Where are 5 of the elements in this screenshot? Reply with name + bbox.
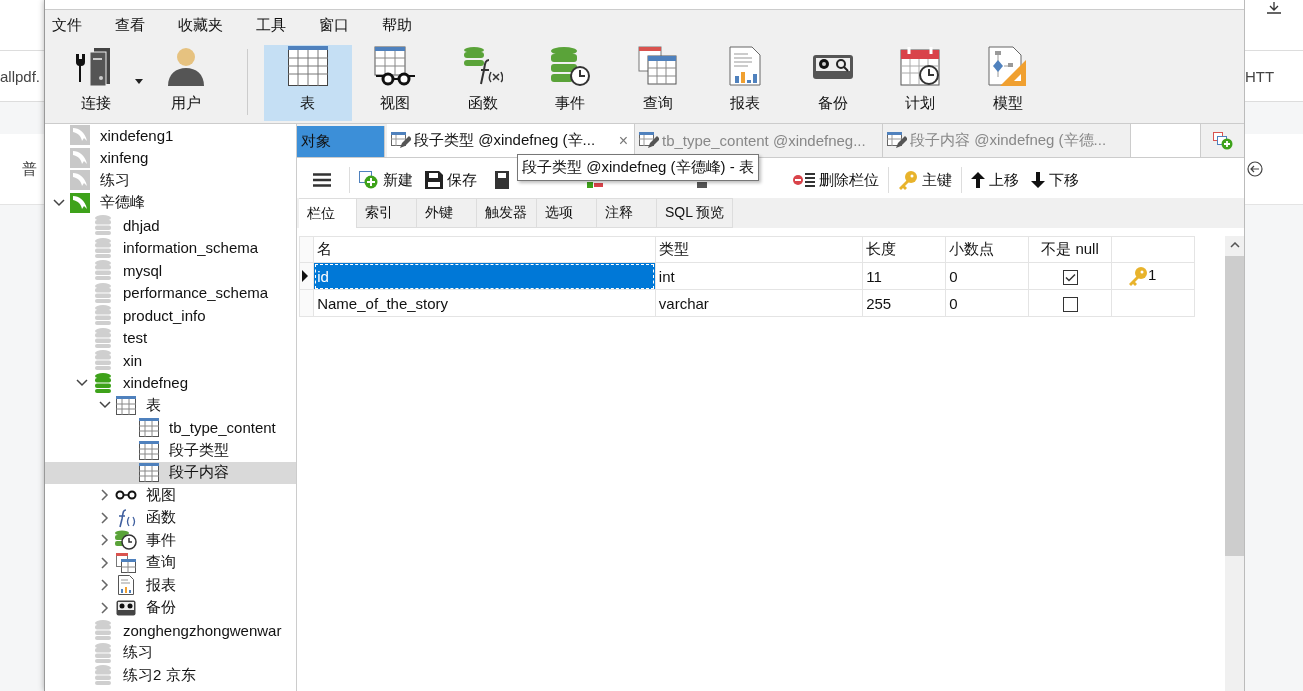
page-text: 普 <box>22 159 37 179</box>
key-order: 1 <box>1148 266 1157 283</box>
page-text: HTT <box>1245 67 1275 85</box>
url-text: allpdf. <box>0 67 41 85</box>
tooltip: 段子类型 @xindefneg (辛德峰) - 表 <box>517 154 759 181</box>
